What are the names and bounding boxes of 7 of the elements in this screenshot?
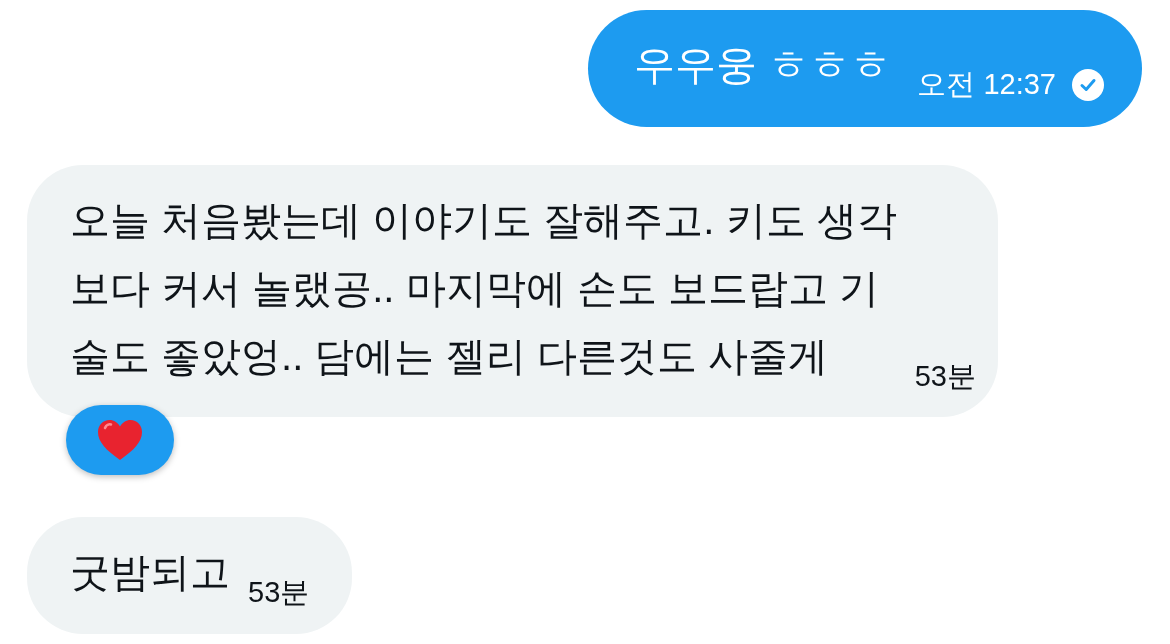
heart-reaction-icon[interactable] xyxy=(66,405,174,475)
message-text: 굿밤되고 xyxy=(70,549,230,596)
message-time: 오전 12:37 xyxy=(917,70,1056,99)
message-text: 우우웅 ㅎㅎㅎ xyxy=(633,41,892,90)
message-text: 오늘 처음봤는데 이야기도 잘해주고. 키도 생각 보다 커서 놀랬공.. 마지막에 손도 보드랍고 기 술도 좋았엉.. 담에는 젤리 다른것도 사줄게 xyxy=(70,197,897,380)
message-time: 53분 xyxy=(914,362,976,391)
message-time: 53분 xyxy=(248,578,310,607)
